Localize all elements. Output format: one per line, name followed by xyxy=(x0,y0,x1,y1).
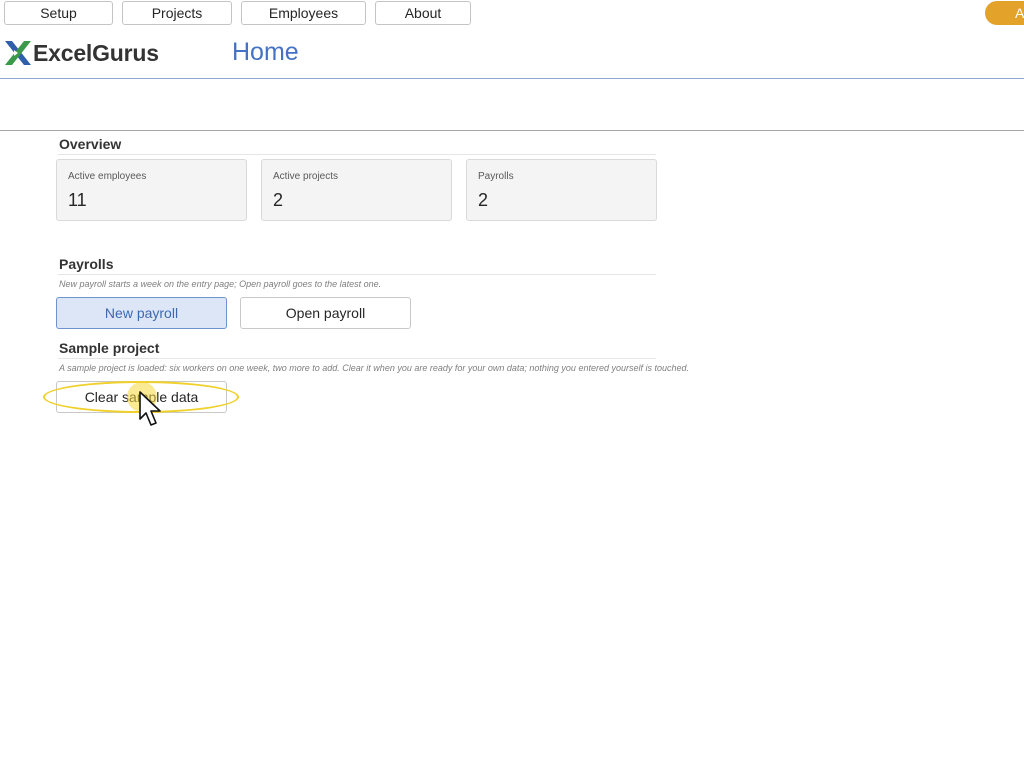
nav-projects-button[interactable]: Projects xyxy=(122,1,232,25)
account-pill-button[interactable]: A xyxy=(985,1,1024,25)
payrolls-heading: Payrolls xyxy=(59,256,114,272)
page: Setup Projects Employees About A ExcelGu… xyxy=(0,0,1024,769)
stat-label: Active projects xyxy=(273,171,339,182)
stat-card-active-projects: Active projects 2 xyxy=(261,159,452,221)
nav-about-button[interactable]: About xyxy=(375,1,471,25)
stat-card-payrolls: Payrolls 2 xyxy=(466,159,657,221)
stat-label: Payrolls xyxy=(478,171,514,182)
overview-heading: Overview xyxy=(59,136,122,152)
payrolls-hint: New payroll starts a week on the entry p… xyxy=(59,279,382,289)
sample-project-underline xyxy=(58,358,656,359)
header-divider xyxy=(0,78,1024,79)
stat-value: 11 xyxy=(68,190,87,210)
brand-name: ExcelGurus xyxy=(33,39,159,66)
clear-sample-data-button[interactable]: Clear sample data xyxy=(56,381,227,413)
stat-label: Active employees xyxy=(68,171,147,182)
excelgurus-x-icon xyxy=(5,41,31,65)
nav-employees-button[interactable]: Employees xyxy=(241,1,366,25)
stat-value: 2 xyxy=(478,190,489,210)
toolbar-divider xyxy=(0,130,1024,131)
open-payroll-button[interactable]: Open payroll xyxy=(240,297,411,329)
new-payroll-button[interactable]: New payroll xyxy=(56,297,227,329)
stat-value: 2 xyxy=(273,190,284,210)
sample-project-hint: A sample project is loaded: six workers … xyxy=(59,363,690,373)
overview-underline xyxy=(58,154,656,155)
nav-setup-button[interactable]: Setup xyxy=(4,1,113,25)
payrolls-underline xyxy=(58,274,656,275)
sample-project-heading: Sample project xyxy=(59,340,160,356)
stat-card-active-employees: Active employees 11 xyxy=(56,159,247,221)
brand-logo: ExcelGurus xyxy=(4,38,159,68)
page-title: Home xyxy=(232,38,299,66)
